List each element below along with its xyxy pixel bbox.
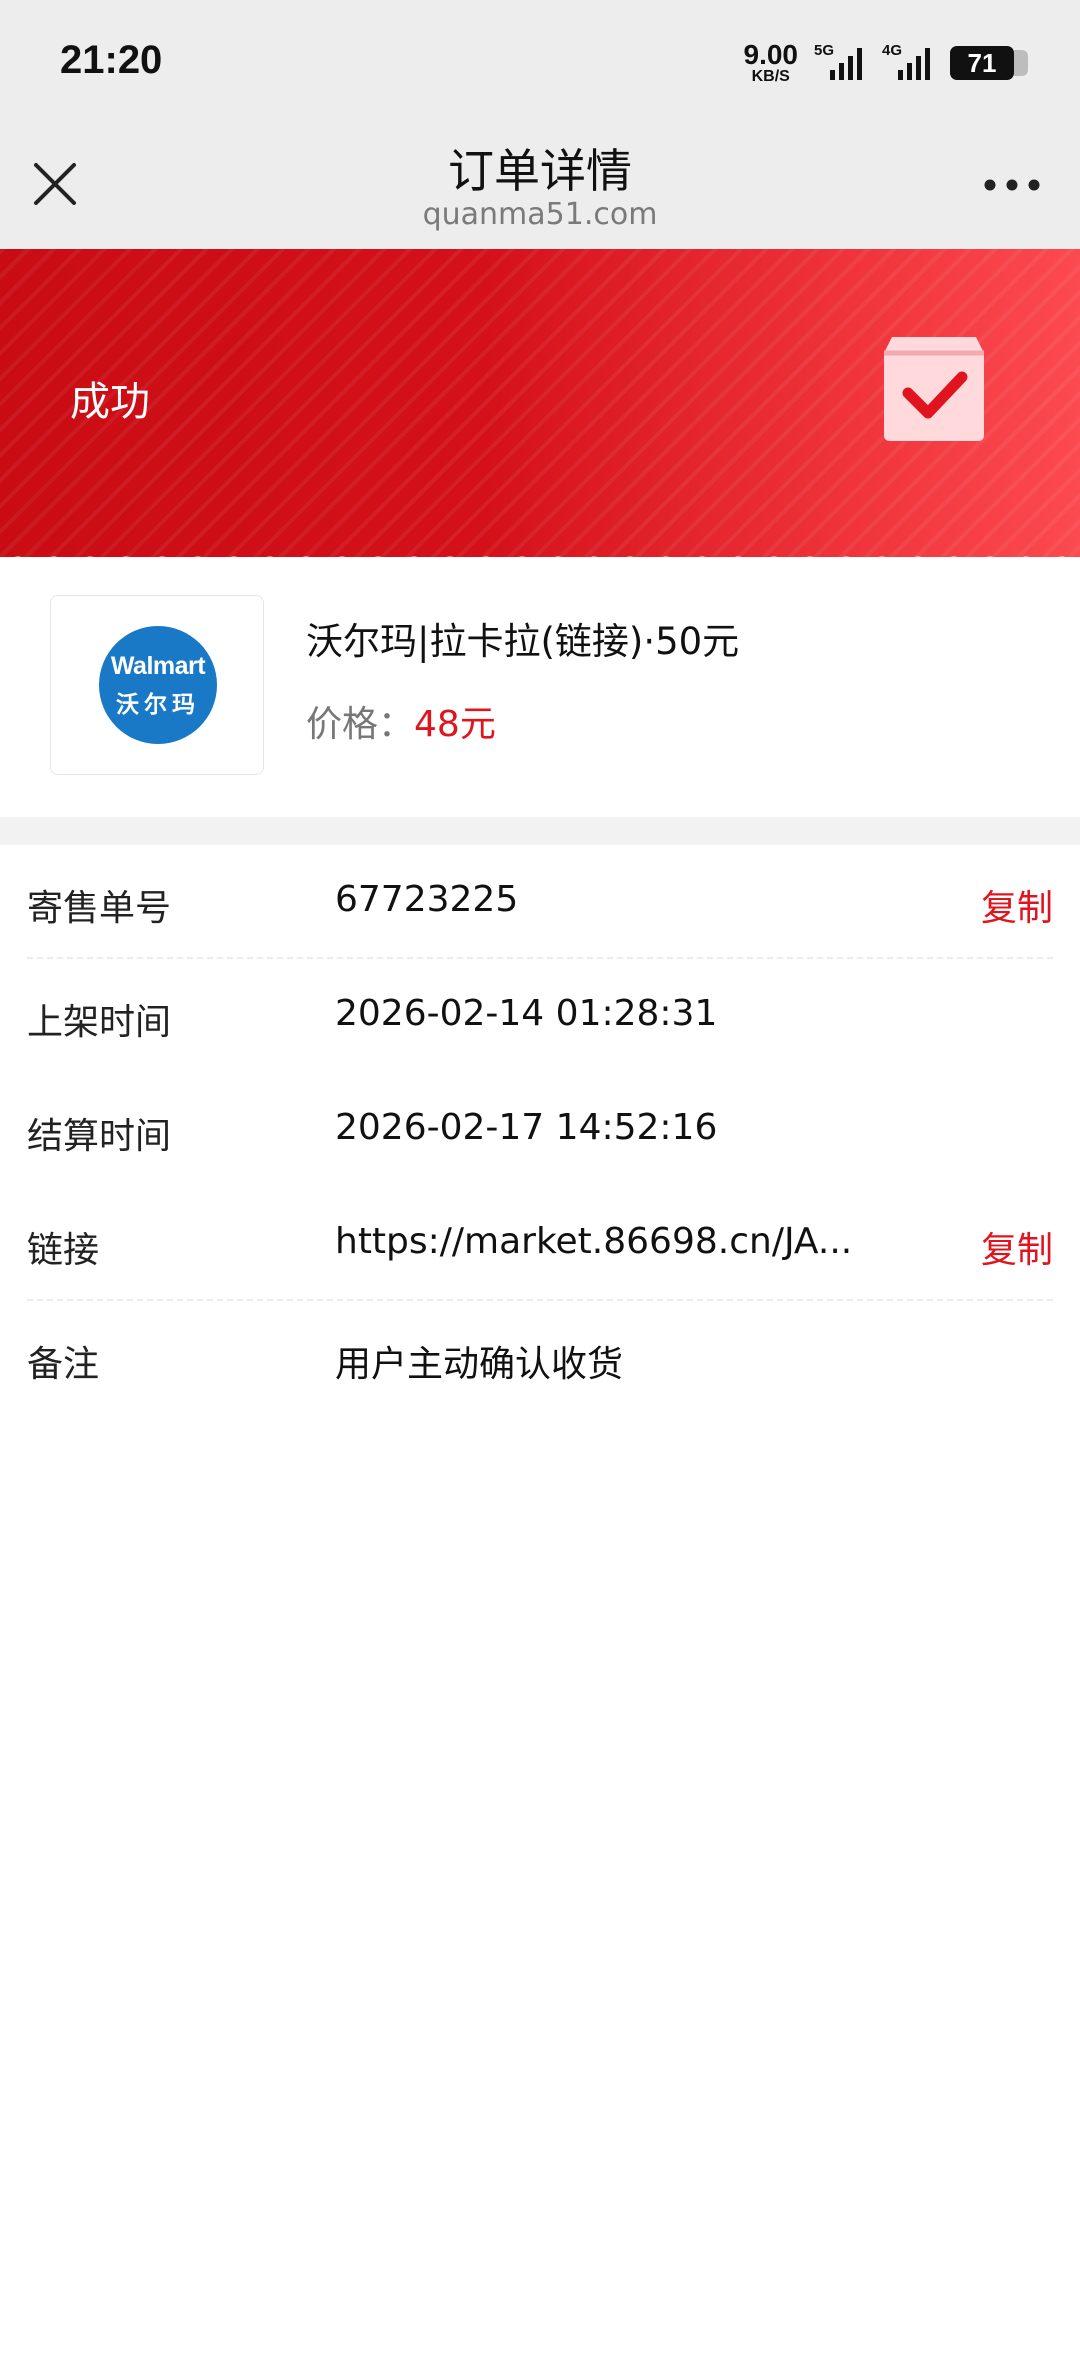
listing-time-value: 2026-02-14 01:28:31 <box>335 993 718 1034</box>
detail-row-remark: 备注 用户主动确认收货 <box>27 1301 1053 1415</box>
price-row: 价格：48元 <box>306 695 496 747</box>
order-number-value: 67723225 <box>335 879 519 920</box>
detail-label: 链接 <box>27 1230 100 1271</box>
copy-link-button[interactable]: 复制 <box>981 1221 1053 1273</box>
detail-label: 备注 <box>27 1344 100 1385</box>
detail-row-settlement-time: 结算时间 2026-02-17 14:52:16 <box>27 1073 1053 1187</box>
battery-icon: 71 <box>950 46 1028 80</box>
banner-scalloped-edge <box>0 546 1080 557</box>
order-details-list: 寄售单号 67723225 复制 上架时间 2026-02-14 01:28:3… <box>0 845 1080 1415</box>
signal-4g-icon: 4G <box>882 42 934 84</box>
nav-bar: 订单详情 quanma51.com <box>0 125 1080 249</box>
detail-row-order-number: 寄售单号 67723225 复制 <box>27 845 1053 959</box>
settlement-time-value: 2026-02-17 14:52:16 <box>335 1107 718 1148</box>
detail-label: 寄售单号 <box>27 888 172 929</box>
product-thumbnail: Walmart 沃尔玛 <box>50 595 264 775</box>
signal-5g-icon: 5G <box>814 42 866 84</box>
copy-order-number-button[interactable]: 复制 <box>981 879 1053 931</box>
price-value: 48元 <box>414 704 496 745</box>
detail-label: 上架时间 <box>27 1002 172 1043</box>
order-status-text: 成功 <box>70 379 150 425</box>
walmart-logo: Walmart 沃尔玛 <box>99 626 217 744</box>
status-time: 21:20 <box>60 38 163 82</box>
battery-level: 71 <box>967 47 997 78</box>
price-label: 价格： <box>306 704 415 745</box>
status-icons: 9.00 KB/S 5G 4G 71 <box>744 40 1028 86</box>
product-card: Walmart 沃尔玛 沃尔玛|拉卡拉(链接)·50元 价格：48元 <box>0 557 1080 817</box>
page-title: 订单详情 <box>448 144 632 198</box>
network-speed: 9.00 KB/S <box>744 41 799 85</box>
more-icon[interactable] <box>980 173 1044 197</box>
page-domain: quanma51.com <box>422 197 658 232</box>
network-speed-unit: KB/S <box>751 68 790 85</box>
detail-row-link: 链接 https://market.86698.cn/JA... 复制 <box>27 1187 1053 1301</box>
detail-label: 结算时间 <box>27 1116 172 1157</box>
network-speed-value: 9.00 <box>743 39 799 70</box>
order-status-banner: 成功 <box>0 249 1080 557</box>
remark-value: 用户主动确认收货 <box>335 1344 624 1385</box>
status-bar: 21:20 9.00 KB/S 5G 4G 71 <box>0 0 1080 125</box>
section-divider <box>0 817 1080 845</box>
product-name: 沃尔玛|拉卡拉(链接)·50元 <box>306 620 740 663</box>
check-bag-icon <box>878 329 990 445</box>
detail-row-listing-time: 上架时间 2026-02-14 01:28:31 <box>27 959 1053 1073</box>
link-value: https://market.86698.cn/JA... <box>335 1221 853 1262</box>
